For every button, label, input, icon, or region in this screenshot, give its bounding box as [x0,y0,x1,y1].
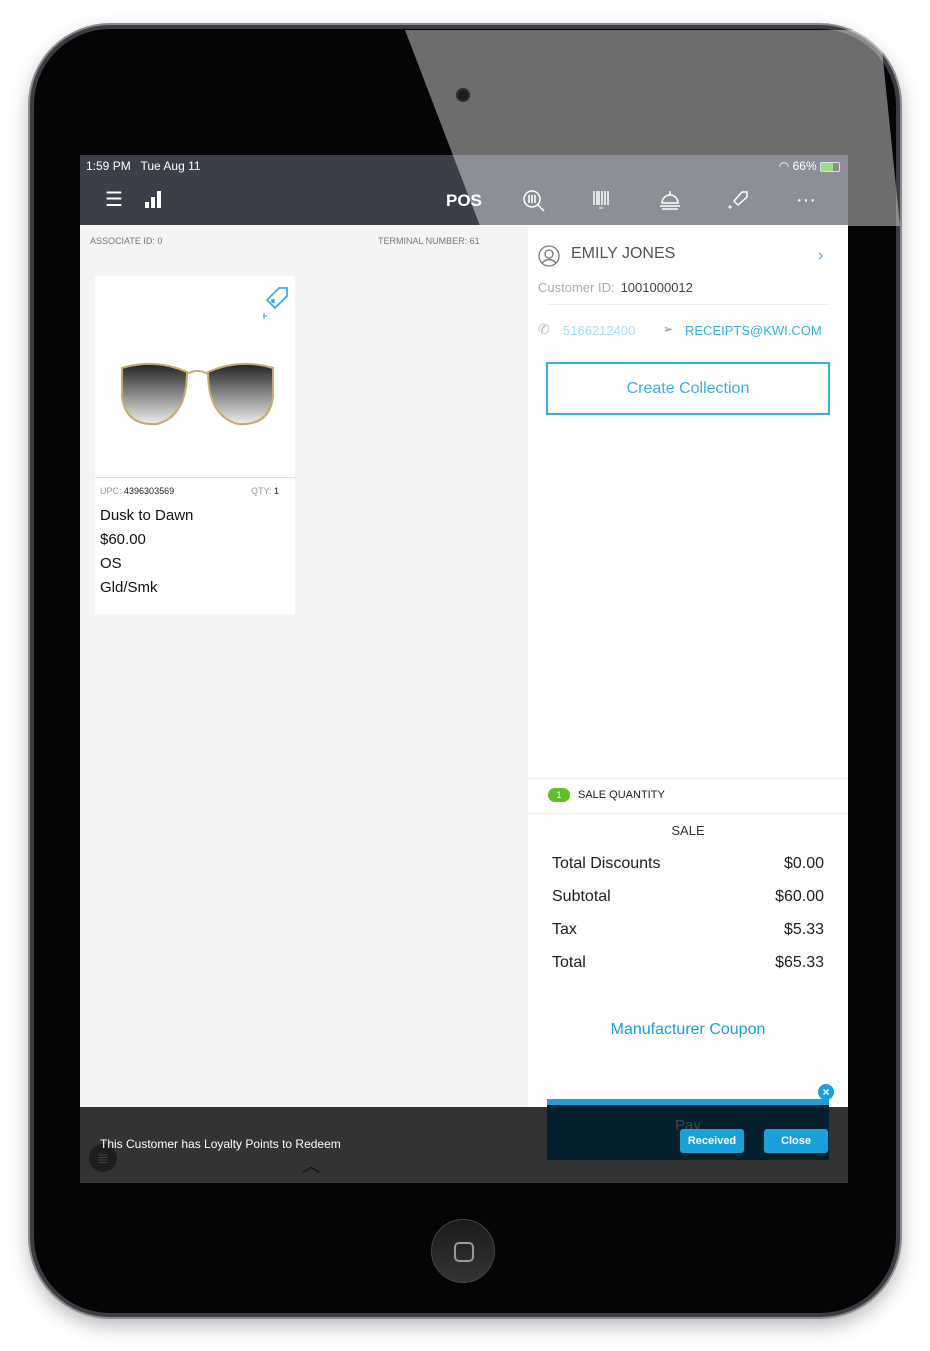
status-bar: 1:59 PM Tue Aug 11 ◠ 66% [80,155,848,177]
more-icon[interactable]: ··· [796,189,816,211]
phone-icon: ✆ [538,321,550,337]
user-icon [538,245,560,272]
divider [528,778,848,779]
sunglasses-image [121,362,274,426]
qty-label: QTY: [250,486,272,496]
row-value: $5.33 [783,921,824,938]
camera [456,88,470,102]
wifi-icon: ◠ [778,159,790,173]
upc-value: 4396303569 [124,486,175,496]
total-row: Total $65.33 [552,954,824,972]
close-icon[interactable]: × [818,1084,834,1100]
top-nav: ☰ POS ··· [80,177,848,225]
received-button[interactable]: Received [680,1129,744,1153]
divider [528,813,848,814]
product-image [95,276,295,478]
customer-phone[interactable]: 5166212400 [563,323,635,338]
send-icon: ➢ [663,322,674,336]
add-tag-icon[interactable] [726,189,750,216]
toast-message: This Customer has Loyalty Points to Rede… [100,1137,341,1151]
quantity-badge: 1 [548,788,570,802]
status-time: 1:59 PM [86,159,131,173]
home-square-icon [454,1242,474,1262]
menu-icon[interactable]: ☰ [105,189,123,211]
tax-row: Tax $5.33 [552,921,824,939]
row-value: $65.33 [775,954,824,971]
subtotal-row: Subtotal $60.00 [552,888,824,906]
battery-icon [820,161,840,172]
item-price: $60.00 [100,531,146,548]
qty-value: 1 [273,486,279,496]
row-value: $60.00 [775,888,824,905]
manufacturer-coupon-link[interactable]: Manufacturer Coupon [528,1021,848,1039]
cart-item-card[interactable]: UPC: 4396303569 QTY: 1 Dusk to Dawn $60.… [95,276,295,614]
customer-id: Customer ID: 1001000012 [538,280,693,295]
associate-id: ASSOCIATE ID: 0 [90,236,163,246]
chevron-up-icon[interactable]: ︿ [302,1152,320,1178]
sale-type: SALE [671,823,705,838]
sale-quantity: 1 SALE QUANTITY [548,788,665,802]
chevron-right-icon[interactable]: › [818,247,823,265]
sale-quantity-label: SALE QUANTITY [578,789,665,801]
customer-name[interactable]: EMILY JONES [571,245,675,263]
home-button[interactable] [431,1219,495,1283]
row-label: Total [552,954,586,971]
total-discounts-row: Total Discounts $0.00 [552,855,824,873]
barcode-icon[interactable] [592,189,612,216]
divider [546,304,830,305]
customer-id-value: 1001000012 [620,280,693,295]
screen: 1:59 PM Tue Aug 11 ◠ 66% ☰ POS ··· ASSOC… [80,155,848,1183]
loyalty-toast: ≣ This Customer has Loyalty Points to Re… [80,1084,848,1183]
close-button[interactable]: Close [764,1129,828,1153]
item-color: Gld/Smk [100,579,158,596]
signal-bars-icon[interactable] [143,189,163,214]
service-bell-icon[interactable] [658,189,682,216]
customer-email[interactable]: RECEIPTS@KWI.COM [685,323,822,338]
item-size: OS [100,555,122,572]
item-meta: UPC: 4396303569 QTY: 1 [95,478,295,496]
terminal-number: TERMINAL NUMBER: 61 [378,236,480,246]
row-label: Total Discounts [552,855,661,872]
item-name: Dusk to Dawn [100,507,194,524]
row-label: Tax [552,921,577,938]
create-collection-button[interactable]: Create Collection [546,362,830,415]
customer-panel: EMILY JONES › Customer ID: 1001000012 ✆ 5… [528,225,848,1183]
row-value: $0.00 [783,855,824,872]
status-date: Tue Aug 11 [140,159,201,173]
page-title: POS [446,191,482,210]
battery-level: 66% [792,159,817,173]
product-search-icon[interactable] [522,189,546,218]
upc-label: UPC: [100,486,122,496]
customer-id-label: Customer ID: [538,280,615,295]
row-label: Subtotal [552,888,611,905]
